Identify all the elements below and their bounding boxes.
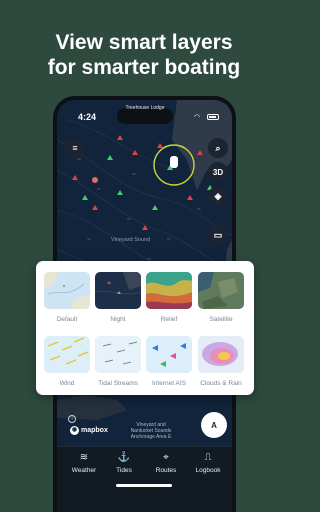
svg-text:61: 61 xyxy=(97,187,101,191)
svg-text:55: 55 xyxy=(127,217,131,221)
tide-icon: ⚓ xyxy=(117,452,131,463)
headline-line-1: View smart layers xyxy=(55,31,233,54)
3d-toggle-button[interactable]: 3D xyxy=(208,162,228,182)
tab-tides-label: Tides xyxy=(116,467,132,474)
layer-thumb-satellite xyxy=(198,272,244,309)
anchorage-line-3: Anchorage Area E xyxy=(130,434,172,440)
layer-thumb-tidal-streams xyxy=(95,336,141,373)
tab-routes-label: Routes xyxy=(155,467,177,474)
layer-picker-card: Default Night Relief Satellite Wind Tida… xyxy=(36,261,254,395)
layer-thumb-clouds-rain xyxy=(198,336,244,373)
bottom-tab-bar: ≋ Weather ⚓ Tides ⌖ Routes ⎍ Logbook xyxy=(57,446,232,512)
layer-thumb-default xyxy=(44,272,90,309)
tab-tides[interactable]: ⚓ Tides xyxy=(104,452,144,474)
tab-weather-label: Weather xyxy=(71,467,97,474)
battery-icon xyxy=(207,114,219,120)
tab-logbook-label: Logbook xyxy=(195,467,221,474)
home-indicator xyxy=(116,484,172,487)
routes-icon: ⌖ xyxy=(163,452,169,463)
compass-button[interactable]: A xyxy=(201,412,227,438)
layer-thumb-wind xyxy=(44,336,90,373)
ruler-icon[interactable]: ▭ xyxy=(208,225,228,245)
map-label-sound: Vineyard Sound xyxy=(111,237,151,243)
mapbox-label: mapbox xyxy=(81,427,108,434)
layer-thumb-night xyxy=(95,272,141,309)
mapbox-logo-icon: ◉ xyxy=(70,426,79,435)
wifi-icon: ◠ xyxy=(194,114,201,121)
layer-thumb-relief xyxy=(146,272,192,309)
svg-text:57: 57 xyxy=(167,237,171,241)
menu-icon[interactable]: ≡ xyxy=(65,138,85,158)
headline: View smart layers for smarter boating xyxy=(0,30,288,80)
headline-line-2: for smarter boating xyxy=(47,56,241,79)
layer-tile-clouds-rain[interactable]: Clouds & Rain xyxy=(198,336,244,387)
search-icon[interactable]: ⌕ xyxy=(208,138,228,158)
bookmark-icon: ⎍ xyxy=(204,452,212,463)
layer-thumb-internet-ais xyxy=(146,336,192,373)
layer-tile-satellite[interactable]: Satellite xyxy=(198,272,244,323)
map-label-anchorage: Vineyard and Nantucket Sounds Anchorage … xyxy=(125,422,177,440)
layer-label-satellite: Satellite xyxy=(209,316,233,323)
status-bar: 4:24 Treehouse Lodge ◠ xyxy=(57,105,232,126)
svg-text:43: 43 xyxy=(87,237,91,241)
svg-text:41: 41 xyxy=(197,207,201,211)
status-location: Treehouse Lodge xyxy=(125,105,165,111)
wind-icon: ≋ xyxy=(79,452,89,463)
mapbox-attribution: ◉ mapbox xyxy=(70,426,108,435)
svg-text:66: 66 xyxy=(132,172,136,176)
status-time: 4:24 xyxy=(78,112,97,122)
tab-logbook[interactable]: ⎍ Logbook xyxy=(188,452,228,474)
layers-icon[interactable]: ◈ xyxy=(208,186,228,206)
layer-label-clouds-rain: Clouds & Rain xyxy=(200,380,242,387)
tab-weather[interactable]: ≋ Weather xyxy=(64,452,104,474)
info-icon[interactable]: i xyxy=(68,415,76,423)
tab-routes[interactable]: ⌖ Routes xyxy=(146,452,186,474)
